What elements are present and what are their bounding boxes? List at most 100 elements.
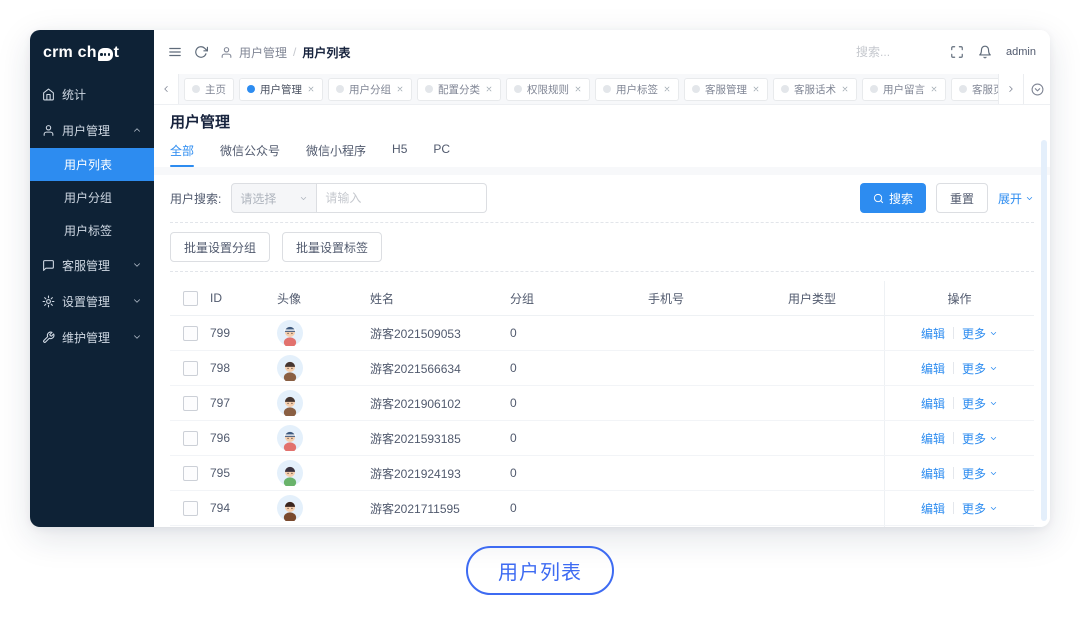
row-checkbox[interactable] <box>183 361 198 376</box>
select-all-checkbox[interactable] <box>183 291 198 306</box>
tab-status-dot <box>336 85 344 93</box>
sidebar-item[interactable]: 设置管理 <box>30 283 154 319</box>
sidebar-item[interactable]: 用户管理 <box>30 112 154 148</box>
tab-close-icon[interactable] <box>930 85 938 93</box>
tab-label: 用户标签 <box>616 82 658 97</box>
more-link[interactable]: 更多 <box>962 325 998 342</box>
search-icon <box>873 193 884 204</box>
tab-close-icon[interactable] <box>752 85 760 93</box>
breadcrumb-section[interactable]: 用户管理 <box>239 44 287 61</box>
nav-tab[interactable]: 配置分类 <box>417 78 501 101</box>
action-separator <box>953 397 954 409</box>
nav-tab[interactable]: 用户留言 <box>862 78 946 101</box>
filter-tab[interactable]: 微信小程序 <box>306 142 366 167</box>
search-type-select[interactable]: 请选择 <box>231 183 317 213</box>
tab-label: 主页 <box>205 82 226 97</box>
filter-tab[interactable]: 全部 <box>170 142 194 167</box>
chevron-down-icon <box>989 399 998 408</box>
nav-tab[interactable]: 用户分组 <box>328 78 412 101</box>
filter-tab[interactable]: PC <box>433 142 450 167</box>
table-body: 799游客20215090530编辑更多798游客20215666340编辑更多… <box>170 316 1034 527</box>
col-type: 用户类型 <box>788 290 884 307</box>
tab-close-icon[interactable] <box>574 85 582 93</box>
sidebar-item[interactable]: 维护管理 <box>30 319 154 355</box>
row-checkbox[interactable] <box>183 326 198 341</box>
row-checkbox[interactable] <box>183 431 198 446</box>
tabs-scroll-right-button[interactable] <box>998 74 1023 104</box>
edit-link[interactable]: 编辑 <box>921 430 945 447</box>
tab-label: 用户分组 <box>349 82 391 97</box>
refresh-icon[interactable] <box>194 45 208 59</box>
notifications-bell-icon[interactable] <box>978 45 992 59</box>
sidebar-item[interactable]: 统计 <box>30 76 154 112</box>
nav-tab[interactable]: 客服管理 <box>684 78 768 101</box>
table-row: 795游客20219241930编辑更多 <box>170 456 1034 491</box>
row-checkbox[interactable] <box>183 396 198 411</box>
filter-tab[interactable]: H5 <box>392 142 407 167</box>
scrollbar[interactable] <box>1041 140 1047 521</box>
row-checkbox[interactable] <box>183 466 198 481</box>
nav-tab[interactable]: 权限规则 <box>506 78 590 101</box>
chevron-left-icon <box>161 84 171 94</box>
edit-link[interactable]: 编辑 <box>921 325 945 342</box>
sidebar-subitem[interactable]: 用户标签 <box>30 214 154 247</box>
table-row: 798游客20215666340编辑更多 <box>170 351 1034 386</box>
expand-link[interactable]: 展开 <box>998 190 1034 207</box>
batch-button[interactable]: 批量设置标签 <box>282 232 382 262</box>
global-search-input[interactable] <box>854 44 936 60</box>
sidebar-item[interactable]: 客服管理 <box>30 247 154 283</box>
search-actions: 搜索 重置 展开 <box>860 183 1034 213</box>
batch-button[interactable]: 批量设置分组 <box>170 232 270 262</box>
tab-status-dot <box>781 85 789 93</box>
nav-tab[interactable]: 客服页面广告 <box>951 78 998 101</box>
col-id: ID <box>210 291 265 305</box>
cell-id: 795 <box>210 466 265 480</box>
nav-tab[interactable]: 用户管理 <box>239 78 323 101</box>
more-link[interactable]: 更多 <box>962 360 998 377</box>
nav-tab[interactable]: 客服话术 <box>773 78 857 101</box>
tab-close-icon[interactable] <box>396 85 404 93</box>
sidebar-subitem[interactable]: 用户分组 <box>30 181 154 214</box>
edit-link[interactable]: 编辑 <box>921 395 945 412</box>
breadcrumb-user-icon <box>220 46 233 59</box>
logo-bubble-icon <box>98 48 113 61</box>
dashed-divider <box>170 271 1034 272</box>
sidebar-subitem[interactable]: 用户列表 <box>30 148 154 181</box>
home-icon <box>42 88 55 101</box>
cell-id: 799 <box>210 326 265 340</box>
hamburger-icon[interactable] <box>168 45 182 59</box>
tab-label: 用户留言 <box>883 82 925 97</box>
reset-button[interactable]: 重置 <box>936 183 988 213</box>
more-link[interactable]: 更多 <box>962 500 998 517</box>
edit-link[interactable]: 编辑 <box>921 500 945 517</box>
user-menu[interactable]: admin <box>1006 46 1036 58</box>
filter-tab[interactable]: 微信公众号 <box>220 142 280 167</box>
nav-tab[interactable]: 主页 <box>184 78 234 101</box>
tabs-options-button[interactable] <box>1023 74 1050 104</box>
tab-label: 客服管理 <box>705 82 747 97</box>
tab-close-icon[interactable] <box>307 85 315 93</box>
tabs-scroll-left-button[interactable] <box>154 74 179 104</box>
more-link[interactable]: 更多 <box>962 430 998 447</box>
row-checkbox[interactable] <box>183 501 198 516</box>
topbar-right: admin <box>854 44 1036 60</box>
edit-link[interactable]: 编辑 <box>921 360 945 377</box>
tab-label: 客服话术 <box>794 82 836 97</box>
tab-status-dot <box>959 85 967 93</box>
tab-close-icon[interactable] <box>663 85 671 93</box>
cell-group: 0 <box>510 326 648 340</box>
search-button[interactable]: 搜索 <box>860 183 926 213</box>
cell-name: 游客2021509053 <box>370 325 510 342</box>
tab-strip: 主页用户管理 用户分组 配置分类权限规则 用户标签 客服管理 客服话术 用户留言 客服页面广告 <box>179 74 998 104</box>
tab-close-icon[interactable] <box>841 85 849 93</box>
fullscreen-icon[interactable] <box>950 45 964 59</box>
caption-row: 用户列表 <box>0 546 1080 595</box>
more-link[interactable]: 更多 <box>962 465 998 482</box>
dashed-divider <box>170 222 1034 223</box>
search-keyword-input[interactable] <box>317 183 487 213</box>
edit-link[interactable]: 编辑 <box>921 465 945 482</box>
tab-close-icon[interactable] <box>485 85 493 93</box>
breadcrumb-current: 用户列表 <box>302 44 350 61</box>
more-link[interactable]: 更多 <box>962 395 998 412</box>
nav-tab[interactable]: 用户标签 <box>595 78 679 101</box>
